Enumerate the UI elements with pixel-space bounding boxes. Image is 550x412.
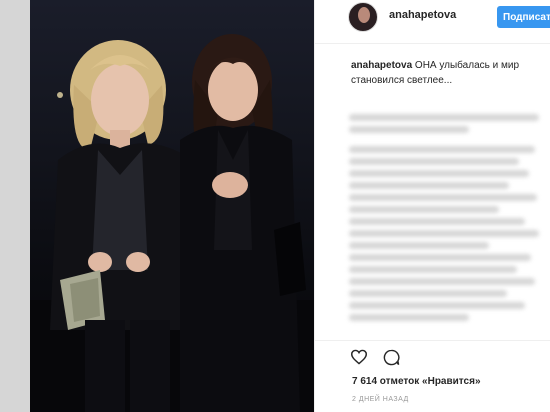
photo-illustration <box>30 34 314 412</box>
page-margin <box>0 0 30 412</box>
post-photo[interactable] <box>30 0 314 412</box>
heart-icon[interactable] <box>350 349 368 365</box>
post-caption: anahapetova ОНА улыбалась и мир становил… <box>351 58 541 88</box>
avatar[interactable] <box>348 2 378 32</box>
action-bar <box>315 340 550 370</box>
username-link[interactable]: anahapetova <box>389 9 456 21</box>
blurred-comments <box>349 112 545 334</box>
caption-username[interactable]: anahapetova <box>351 60 412 71</box>
comment-icon[interactable] <box>383 349 400 366</box>
post-header: anahapetova Подписат <box>315 0 550 44</box>
likes-count[interactable]: 7 614 отметок «Нравится» <box>352 376 481 387</box>
post-timestamp[interactable]: 2 ДНЕЙ НАЗАД <box>352 396 409 403</box>
post-sidebar: anahapetova Подписат anahapetova ОНА улы… <box>314 0 550 412</box>
follow-button[interactable]: Подписат <box>497 6 550 28</box>
